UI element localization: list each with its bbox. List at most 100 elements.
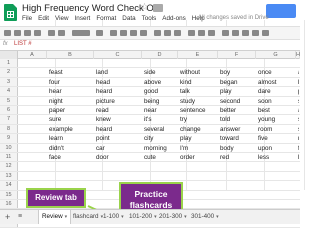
row-number[interactable]: 9	[0, 134, 18, 143]
print-icon[interactable]	[4, 30, 11, 36]
cell[interactable]: feast	[49, 68, 93, 76]
cell[interactable]	[180, 59, 217, 67]
document-title[interactable]: High Frequency Word Check Off	[22, 3, 159, 14]
cell[interactable]	[220, 162, 255, 170]
cell[interactable]: it's	[144, 115, 177, 123]
sheet-tab[interactable]: 101-200 ▾	[126, 210, 160, 224]
row-number[interactable]: 7	[0, 115, 18, 124]
cell[interactable]: hear	[49, 87, 93, 95]
cell[interactable]: kind	[180, 78, 217, 86]
cell[interactable]: above	[144, 78, 177, 86]
row-number[interactable]: 1	[0, 59, 18, 68]
align-icon[interactable]	[188, 30, 195, 36]
text-color-icon[interactable]	[140, 30, 147, 36]
row-number[interactable]: 11	[0, 153, 18, 162]
menu-edit[interactable]: Edit	[38, 15, 49, 25]
redo-icon[interactable]	[24, 30, 31, 36]
tab-dropdown-icon[interactable]: ▾	[184, 214, 187, 220]
cell[interactable]	[298, 59, 299, 67]
cell[interactable]: try	[180, 115, 217, 123]
cell[interactable]: toward	[220, 134, 255, 142]
cell[interactable]	[298, 181, 299, 189]
cell[interactable]	[298, 162, 299, 170]
bold-icon[interactable]	[110, 30, 117, 36]
all-sheets-icon[interactable]: ≡	[18, 213, 22, 220]
percent-icon[interactable]	[58, 30, 65, 36]
row-number[interactable]: 10	[0, 143, 18, 152]
merge-icon[interactable]	[174, 30, 181, 36]
cell[interactable]: heard	[96, 125, 141, 133]
cell[interactable]	[220, 172, 255, 180]
cell[interactable]: mischief	[298, 134, 299, 142]
cell[interactable]	[180, 200, 217, 208]
row-number[interactable]: 2	[0, 68, 18, 77]
cell[interactable]: talk	[180, 87, 217, 95]
tab-dropdown-icon[interactable]: ▾	[121, 214, 124, 220]
cell[interactable]	[144, 172, 177, 180]
cell[interactable]: I'm	[180, 144, 217, 152]
cell[interactable]: sea	[298, 125, 299, 133]
cell[interactable]	[258, 200, 295, 208]
cell[interactable]: play	[220, 87, 255, 95]
row-number[interactable]: 13	[0, 171, 18, 181]
cell[interactable]	[258, 172, 295, 180]
cell[interactable]: night	[49, 97, 93, 105]
cell[interactable]: paper	[49, 106, 93, 114]
cell[interactable]: order	[180, 153, 217, 161]
cell[interactable]: soon	[258, 97, 295, 105]
cell[interactable]: red	[220, 153, 255, 161]
cell[interactable]: animals	[298, 68, 299, 76]
row-number[interactable]: 8	[0, 124, 18, 134]
star-icon[interactable]: ☆	[140, 2, 149, 13]
cell[interactable]: learn	[49, 134, 93, 142]
cell[interactable]	[298, 172, 299, 180]
sheet-tab[interactable]: 201-300 ▾	[156, 210, 190, 224]
font-size-select[interactable]	[96, 30, 103, 36]
sheet-tab[interactable]: Review ▾	[38, 210, 72, 224]
cell[interactable]: told	[220, 115, 255, 123]
cell[interactable]	[258, 181, 295, 189]
cell[interactable]: sun	[298, 115, 299, 123]
formula-input[interactable]: LIST #	[14, 41, 32, 47]
row-number[interactable]: 12	[0, 162, 18, 171]
cell[interactable]: near	[144, 106, 177, 114]
cell[interactable]: page	[298, 87, 299, 95]
menu-tools[interactable]: Tools	[142, 15, 157, 25]
cell[interactable]	[96, 172, 141, 180]
menu-view[interactable]: View	[55, 15, 69, 25]
currency-icon[interactable]	[48, 30, 55, 36]
cell[interactable]: being	[144, 97, 177, 105]
cell[interactable]: sentence	[180, 106, 217, 114]
cell[interactable]: body	[220, 144, 255, 152]
column-header-b[interactable]: B	[47, 51, 94, 59]
cell[interactable]: face	[49, 153, 93, 161]
cell[interactable]: sure	[49, 115, 93, 123]
row-number[interactable]: 15	[0, 190, 18, 199]
cell[interactable]: live	[298, 78, 299, 86]
row-number[interactable]: 5	[0, 96, 18, 105]
cell[interactable]: once	[258, 68, 295, 76]
column-header-e[interactable]: E	[178, 51, 218, 59]
menu-insert[interactable]: Insert	[75, 15, 91, 25]
cell[interactable]: point	[96, 134, 141, 142]
menu-addons[interactable]: Add-ons	[162, 15, 185, 25]
cell[interactable]	[258, 191, 295, 199]
column-header-f[interactable]: F	[218, 51, 256, 59]
cell[interactable]	[220, 59, 255, 67]
column-header-h[interactable]: H	[296, 51, 300, 59]
tab-dropdown-icon[interactable]: ▾	[65, 214, 68, 220]
menu-data[interactable]: Data	[122, 15, 135, 25]
italic-icon[interactable]	[120, 30, 127, 36]
share-button[interactable]	[266, 4, 296, 18]
cell[interactable]	[298, 200, 299, 208]
cell[interactable]: door	[96, 153, 141, 161]
cell[interactable]: late	[298, 153, 299, 161]
cell[interactable]: picture	[96, 97, 141, 105]
cell[interactable]: dare	[258, 87, 295, 95]
cell[interactable]	[220, 181, 255, 189]
column-header-d[interactable]: D	[142, 51, 178, 59]
tab-dropdown-icon[interactable]: ▾	[216, 214, 219, 220]
cell[interactable]	[96, 162, 141, 170]
cell[interactable]: best	[258, 106, 295, 114]
cell[interactable]: story	[298, 97, 299, 105]
